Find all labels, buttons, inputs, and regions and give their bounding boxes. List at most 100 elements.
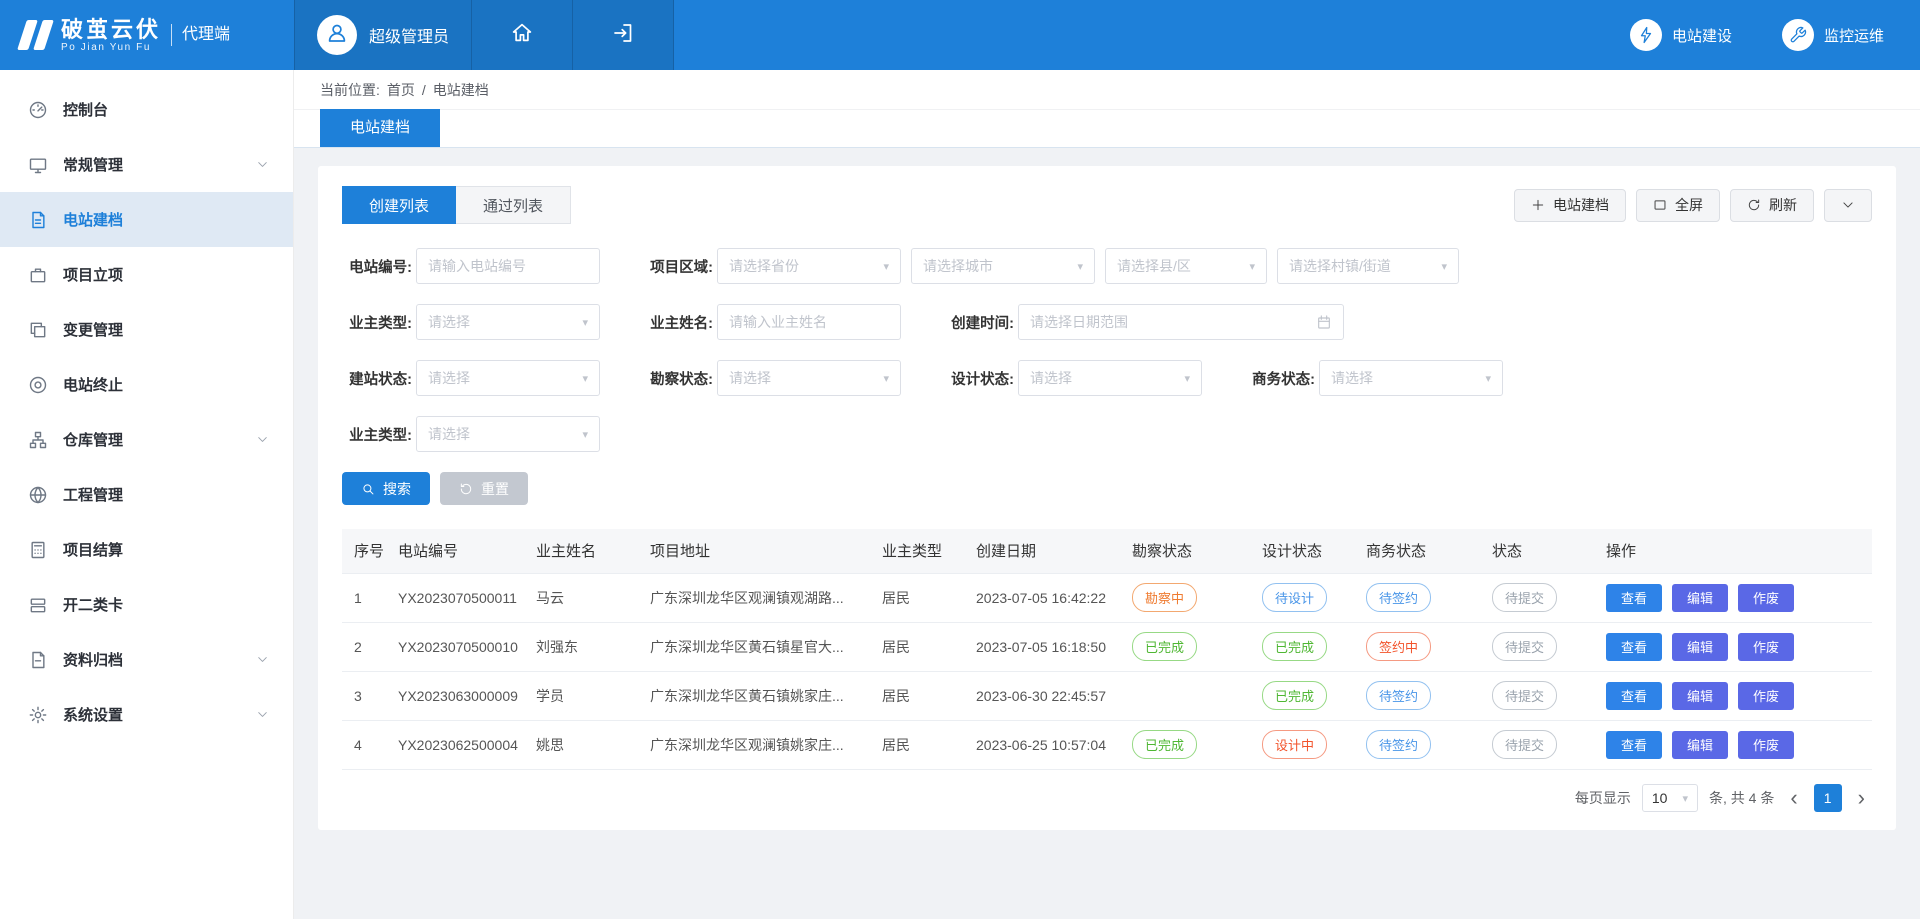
chevron-down-icon [256,653,269,666]
table-row: 4YX2023062500004姚思广东深圳龙华区观澜镇姚家庄...居民2023… [342,720,1872,769]
sidebar-item-label: 工程管理 [63,484,123,505]
user-menu[interactable]: 超级管理员 [294,0,472,70]
project-region-select-2[interactable]: 请选择县/区▾ [1105,248,1267,284]
project-region-select-3[interactable]: 请选择村镇/街道▾ [1277,248,1459,284]
chevron-down-icon: ▾ [1184,372,1190,385]
sidebar-item-warehouse[interactable]: 仓库管理 [0,412,293,467]
sidebar-menu: 控制台常规管理电站建档项目立项变更管理电站终止仓库管理工程管理项目结算开二类卡资… [0,70,293,742]
sidebar-item-station-archive[interactable]: 电站建档 [0,192,293,247]
owner-name-input[interactable] [717,304,901,340]
next-page-button[interactable]: › [1853,787,1870,809]
created-date: 2023-07-05 16:42:22 [968,573,1124,622]
view-button[interactable]: 查看 [1606,633,1662,661]
card-header: 创建列表通过列表 电站建档 全屏 刷新 [342,186,1872,224]
sidebar-item-second-type-card[interactable]: 开二类卡 [0,577,293,632]
filter-label: 项目区域: [643,256,713,277]
void-button[interactable]: 作废 [1738,633,1794,661]
status-cell: 待提交 [1484,720,1598,769]
filter-label: 勘察状态: [643,368,713,389]
design-status-select[interactable]: 请选择 ▾ [1018,360,1202,396]
business-status-select[interactable]: 请选择▾ [1319,360,1503,396]
logout-button[interactable] [573,0,674,70]
void-button[interactable]: 作废 [1738,731,1794,759]
owner-type-select[interactable]: 请选择▾ [416,304,600,340]
edit-button[interactable]: 编辑 [1672,731,1728,759]
sidebar-item-data-archive[interactable]: 资料归档 [0,632,293,687]
sidebar-item-station-termination[interactable]: 电站终止 [0,357,293,412]
edit-button[interactable]: 编辑 [1672,633,1728,661]
user-icon [325,21,349,50]
sidebar-item-label: 资料归档 [63,649,123,670]
owner-name: 刘强东 [528,622,642,671]
page-tab-station-archive[interactable]: 电站建档 [320,109,440,147]
breadcrumb-separator: / [422,82,426,98]
brand-title: 破茧云伏 [61,17,161,42]
breadcrumb-home[interactable]: 首页 [387,80,415,100]
toolbar: 电站建档 全屏 刷新 [1514,189,1872,222]
station-code: YX2023063000009 [390,671,528,720]
select-placeholder: 请选择 [1030,368,1072,388]
collapse-filters-button[interactable] [1824,189,1872,222]
per-page-select[interactable]: 10 ▾ [1642,784,1698,812]
create-time-input[interactable]: 请选择日期范围 [1018,304,1344,340]
filter-label: 业主类型: [342,312,412,333]
station-code-input[interactable] [416,248,600,284]
sidebar-item-general-management[interactable]: 常规管理 [0,137,293,192]
build-status-select[interactable]: 请选择▾ [416,360,600,396]
list-tab-passed-list[interactable]: 通过列表 [456,186,571,224]
list-tabs: 创建列表通过列表 [342,186,571,224]
filter-label: 业主姓名: [643,312,713,333]
status-badge: 已完成 [1262,632,1327,661]
chevron-down-icon: ▾ [1441,260,1447,273]
sidebar-item-change-management[interactable]: 变更管理 [0,302,293,357]
status-cell: 待签约 [1358,671,1484,720]
quick-link-monitor-ops[interactable]: 监控运维 [1782,19,1884,51]
brand-subtitle: Po Jian Yun Fu [61,42,161,53]
sidebar-item-console[interactable]: 控制台 [0,82,293,137]
prev-page-button[interactable]: ‹ [1785,787,1802,809]
per-page-label: 每页显示 [1575,788,1631,808]
void-button[interactable]: 作废 [1738,584,1794,612]
survey-status-select[interactable]: 请选择▾ [717,360,901,396]
created-date: 2023-06-30 22:45:57 [968,671,1124,720]
chevron-down-icon: ▾ [1682,792,1688,805]
owner-type: 居民 [874,671,968,720]
view-button[interactable]: 查看 [1606,682,1662,710]
search-label: 搜索 [383,479,411,499]
sidebar-item-project-settlement[interactable]: 项目结算 [0,522,293,577]
page-tabbar: 电站建档 [294,110,1920,148]
column-header: 创建日期 [968,529,1124,573]
search-button[interactable]: 搜索 [342,472,430,505]
filter-label: 业主类型: [342,424,412,445]
sidebar-item-project-initiation[interactable]: 项目立项 [0,247,293,302]
sidebar-item-engineering[interactable]: 工程管理 [0,467,293,522]
view-button[interactable]: 查看 [1606,584,1662,612]
column-header: 状态 [1484,529,1598,573]
page-1-button[interactable]: 1 [1814,784,1842,812]
fullscreen-button[interactable]: 全屏 [1636,189,1720,222]
edit-button[interactable]: 编辑 [1672,584,1728,612]
table-header-row: 序号电站编号业主姓名项目地址业主类型创建日期勘察状态设计状态商务状态状态操作 [342,529,1872,573]
quick-link-station-build[interactable]: 电站建设 [1630,19,1732,51]
home-button[interactable] [472,0,573,70]
avatar [317,15,357,55]
reset-button[interactable]: 重置 [440,472,528,505]
owner-name: 马云 [528,573,642,622]
create-station-button[interactable]: 电站建档 [1514,189,1626,222]
table-body: 1YX2023070500011马云广东深圳龙华区观澜镇观湖路...居民2023… [342,573,1872,769]
chevron-down-icon [256,158,269,171]
document-icon [28,210,48,230]
void-button[interactable]: 作废 [1738,682,1794,710]
sidebar-item-system-settings[interactable]: 系统设置 [0,687,293,742]
status-cell [1124,671,1254,720]
list-tab-create-list[interactable]: 创建列表 [342,186,456,224]
owner-type-2-select[interactable]: 请选择▾ [416,416,600,452]
view-button[interactable]: 查看 [1606,731,1662,759]
owner-type: 居民 [874,720,968,769]
logout-icon [611,21,635,50]
project-region-select-1[interactable]: 请选择城市▾ [911,248,1095,284]
project-region-select-0[interactable]: 请选择省份▾ [717,248,901,284]
sidebar-item-label: 电站建档 [63,209,123,230]
edit-button[interactable]: 编辑 [1672,682,1728,710]
refresh-button[interactable]: 刷新 [1730,189,1814,222]
